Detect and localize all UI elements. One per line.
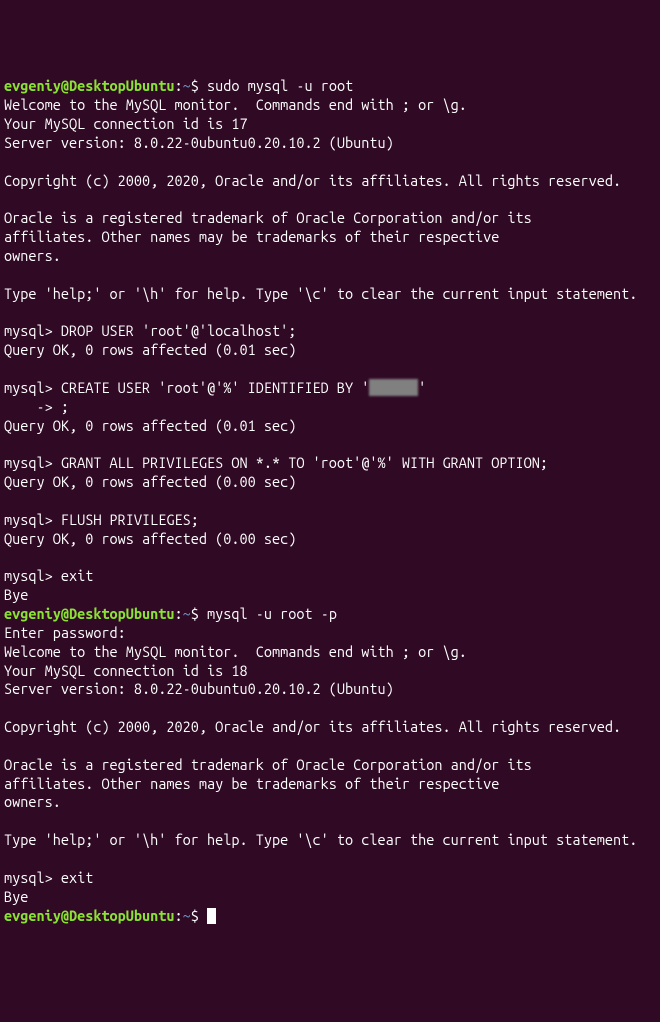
output-line: Your MySQL connection id is 18 [4, 662, 656, 681]
cursor-block-icon [207, 908, 216, 924]
blank-line [4, 699, 656, 718]
output-line: Server version: 8.0.22-0ubuntu0.20.10.2 … [4, 134, 656, 153]
output-line: Type 'help;' or '\h' for help. Type '\c'… [4, 285, 656, 304]
mysql-prompt-line: mysql> exit [4, 869, 656, 888]
user-host: evgeniy@DesktopUbuntu [4, 77, 175, 94]
blank-line [4, 548, 656, 567]
command-part: mysql> CREATE USER 'root'@'%' IDENTIFIED… [4, 379, 369, 396]
path: ~ [183, 77, 191, 94]
blank-line [4, 266, 656, 285]
colon: : [175, 77, 183, 94]
output-line: Enter password: [4, 624, 656, 643]
shell-prompt-line: evgeniy@DesktopUbuntu:~$ mysql -u root -… [4, 605, 656, 624]
output-line: Welcome to the MySQL monitor. Commands e… [4, 643, 656, 662]
output-line: Type 'help;' or '\h' for help. Type '\c'… [4, 831, 656, 850]
output-line: Bye [4, 586, 656, 605]
blank-line [4, 435, 656, 454]
command-text: sudo mysql -u root [207, 77, 353, 94]
shell-prompt-line: evgeniy@DesktopUbuntu:~$ sudo mysql -u r… [4, 77, 656, 96]
blank-line [4, 190, 656, 209]
obscured-password: passwd [369, 379, 418, 396]
mysql-prompt-line: mysql> exit [4, 567, 656, 586]
output-line: Server version: 8.0.22-0ubuntu0.20.10.2 … [4, 680, 656, 699]
output-line: owners. [4, 793, 656, 812]
blank-line [4, 492, 656, 511]
terminal-output[interactable]: evgeniy@DesktopUbuntu:~$ sudo mysql -u r… [4, 77, 656, 925]
path: ~ [183, 907, 191, 924]
colon: : [175, 605, 183, 622]
dollar: $ [191, 77, 207, 94]
output-line: affiliates. Other names may be trademark… [4, 228, 656, 247]
output-line: Query OK, 0 rows affected (0.00 sec) [4, 473, 656, 492]
blank-line [4, 850, 656, 869]
blank-line [4, 360, 656, 379]
mysql-continuation-line: -> ; [4, 398, 656, 417]
output-line: Query OK, 0 rows affected (0.01 sec) [4, 417, 656, 436]
mysql-prompt-line: mysql> CREATE USER 'root'@'%' IDENTIFIED… [4, 379, 656, 398]
shell-prompt-line[interactable]: evgeniy@DesktopUbuntu:~$ [4, 907, 656, 926]
blank-line [4, 153, 656, 172]
user-host: evgeniy@DesktopUbuntu [4, 907, 175, 924]
output-line: Bye [4, 888, 656, 907]
blank-line [4, 304, 656, 323]
command-part: ' [418, 379, 426, 396]
output-line: Oracle is a registered trademark of Orac… [4, 756, 656, 775]
user-host: evgeniy@DesktopUbuntu [4, 605, 175, 622]
output-line: Query OK, 0 rows affected (0.01 sec) [4, 341, 656, 360]
colon: : [175, 907, 183, 924]
path: ~ [183, 605, 191, 622]
output-line: Welcome to the MySQL monitor. Commands e… [4, 96, 656, 115]
output-line: affiliates. Other names may be trademark… [4, 775, 656, 794]
output-line: Query OK, 0 rows affected (0.00 sec) [4, 530, 656, 549]
output-line: owners. [4, 247, 656, 266]
blank-line [4, 812, 656, 831]
mysql-prompt-line: mysql> FLUSH PRIVILEGES; [4, 511, 656, 530]
mysql-prompt-line: mysql> DROP USER 'root'@'localhost'; [4, 322, 656, 341]
output-line: Copyright (c) 2000, 2020, Oracle and/or … [4, 172, 656, 191]
mysql-prompt-line: mysql> GRANT ALL PRIVILEGES ON *.* TO 'r… [4, 454, 656, 473]
dollar: $ [191, 907, 207, 924]
output-line: Copyright (c) 2000, 2020, Oracle and/or … [4, 718, 656, 737]
output-line: Your MySQL connection id is 17 [4, 115, 656, 134]
command-text: mysql -u root -p [207, 605, 337, 622]
dollar: $ [191, 605, 207, 622]
output-line: Oracle is a registered trademark of Orac… [4, 209, 656, 228]
